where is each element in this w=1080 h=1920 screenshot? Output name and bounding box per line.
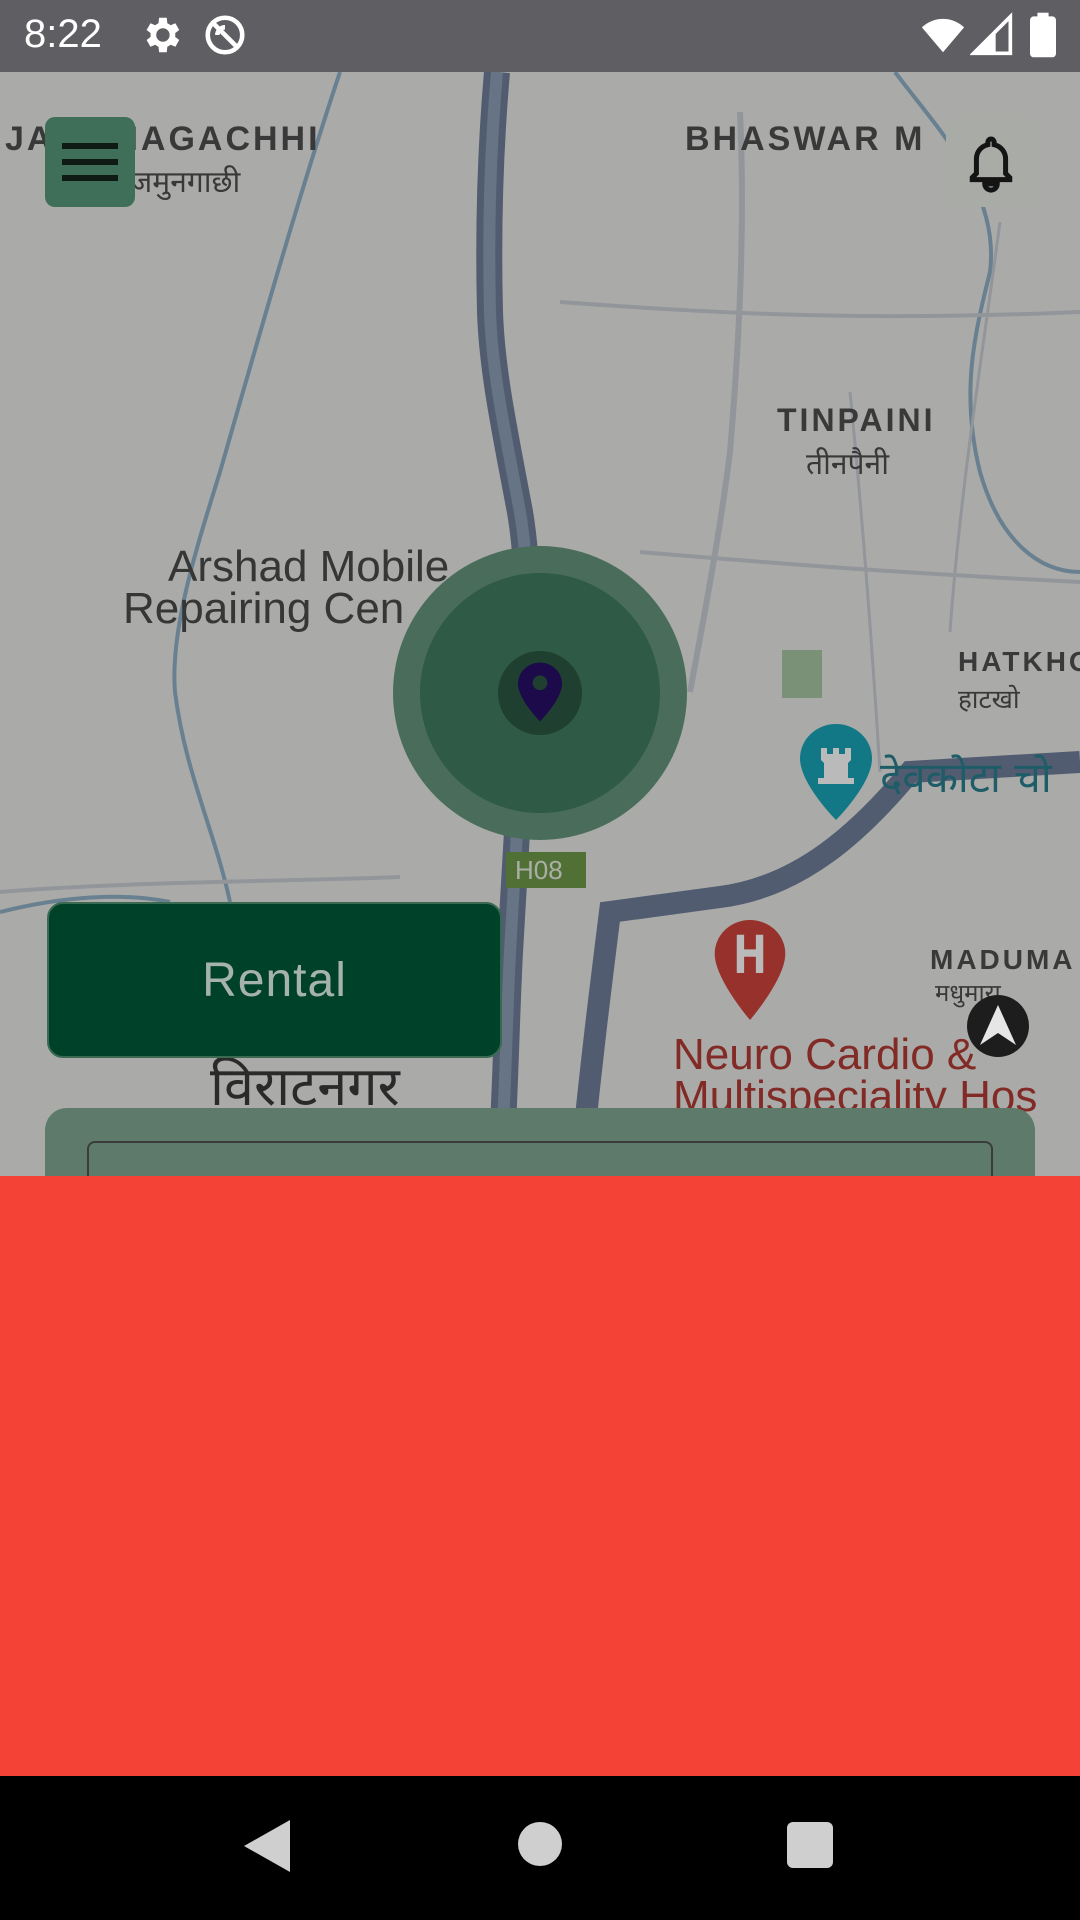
bell-icon: [966, 133, 1016, 198]
system-nav-bar: [0, 1776, 1080, 1920]
navigation-arrow-icon: [980, 1005, 1016, 1050]
navigation-button[interactable]: [967, 995, 1029, 1057]
back-icon[interactable]: [244, 1820, 290, 1877]
notifications-button[interactable]: [946, 117, 1036, 207]
status-time: 8:22: [24, 12, 102, 56]
signal-icon: [969, 12, 1014, 63]
hamburger-menu-icon: [62, 139, 118, 190]
status-bar: 8:22: [0, 0, 1080, 72]
destination-input[interactable]: [87, 1141, 993, 1181]
rental-button[interactable]: Rental: [47, 902, 502, 1058]
recents-icon[interactable]: [787, 1822, 833, 1873]
gear-icon: [138, 12, 184, 63]
alert-block: [0, 1176, 1080, 1776]
wifi-icon: [920, 12, 966, 63]
home-icon[interactable]: [518, 1822, 562, 1871]
battery-icon: [1030, 12, 1056, 63]
menu-button[interactable]: [45, 117, 135, 207]
do-not-disturb-icon: [202, 12, 248, 63]
location-pin-icon: [518, 662, 562, 727]
